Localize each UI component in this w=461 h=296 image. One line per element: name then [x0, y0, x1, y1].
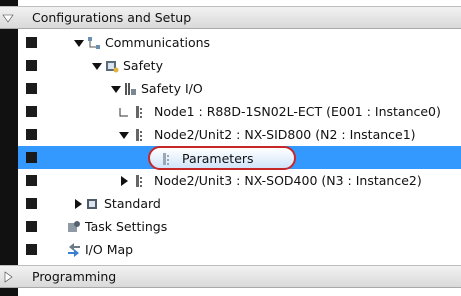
chevron-right-icon[interactable] — [2, 271, 14, 283]
tree-item-label: Task Settings — [85, 219, 168, 234]
tree-item-communications[interactable]: Communications — [18, 31, 461, 54]
tree-item-standard[interactable]: Standard — [18, 192, 461, 215]
expand-right-icon[interactable] — [73, 199, 83, 209]
expand-right-icon[interactable] — [119, 176, 129, 186]
tree-item-label: Standard — [104, 196, 161, 211]
tree-item-label: Safety I/O — [141, 81, 203, 96]
row-marker — [26, 198, 37, 209]
communications-icon — [88, 37, 100, 49]
tree-item-io-map[interactable]: I/O Map — [18, 238, 461, 261]
expand-down-icon[interactable] — [92, 61, 102, 71]
expand-down-icon[interactable] — [74, 38, 84, 48]
node-icon — [136, 175, 142, 187]
section-header-programming[interactable]: Programming — [0, 265, 461, 288]
tree-item-label: Node1 : R88D-1SN02L-ECT (E001 : Instance… — [154, 104, 441, 119]
node-icon — [136, 106, 142, 118]
tree-item-node1[interactable]: Node1 : R88D-1SN02L-ECT (E001 : Instance… — [18, 100, 461, 123]
tree-item-label: I/O Map — [85, 242, 134, 257]
tree-item-safety[interactable]: Safety — [18, 54, 461, 77]
safety-io-icon — [125, 83, 136, 95]
parameters-highlight[interactable]: Parameters — [148, 146, 296, 170]
row-marker — [26, 152, 37, 163]
row-marker — [26, 106, 37, 117]
tree-item-label: Communications — [105, 35, 211, 50]
row-marker — [26, 244, 37, 255]
row-marker — [26, 175, 37, 186]
io-map-icon — [68, 243, 80, 257]
section-title-configurations: Configurations and Setup — [32, 10, 192, 25]
row-marker — [26, 221, 37, 232]
tree-item-safety-io[interactable]: Safety I/O — [18, 77, 461, 100]
tree-item-node2-unit2[interactable]: Node2/Unit2 : NX-SID800 (N2 : Instance1) — [18, 123, 461, 146]
standard-icon — [87, 199, 97, 209]
section-header-configurations[interactable]: Configurations and Setup — [0, 6, 461, 29]
parameters-icon — [163, 153, 169, 165]
tree-item-label: Safety — [123, 58, 163, 73]
tree-item-label: Parameters — [182, 151, 254, 166]
expand-down-icon[interactable] — [111, 84, 121, 94]
row-marker — [26, 60, 37, 71]
expand-down-icon[interactable] — [119, 130, 129, 140]
safety-icon — [106, 61, 119, 73]
task-settings-icon — [68, 221, 80, 232]
left-gutter-bar — [0, 0, 18, 296]
chevron-down-icon[interactable] — [2, 12, 14, 24]
row-marker — [26, 129, 37, 140]
section-title-programming: Programming — [32, 269, 117, 284]
tree-item-node2-unit3[interactable]: Node2/Unit3 : NX-SOD400 (N3 : Instance2) — [18, 169, 461, 192]
node-icon — [136, 129, 142, 141]
tree-item-task-settings[interactable]: Task Settings — [18, 215, 461, 238]
tree-branch-line-icon — [119, 108, 128, 117]
tree-item-label: Node2/Unit2 : NX-SID800 (N2 : Instance1) — [154, 127, 416, 142]
row-marker — [26, 83, 37, 94]
row-marker — [26, 37, 37, 48]
tree-item-label: Node2/Unit3 : NX-SOD400 (N3 : Instance2) — [154, 173, 422, 188]
